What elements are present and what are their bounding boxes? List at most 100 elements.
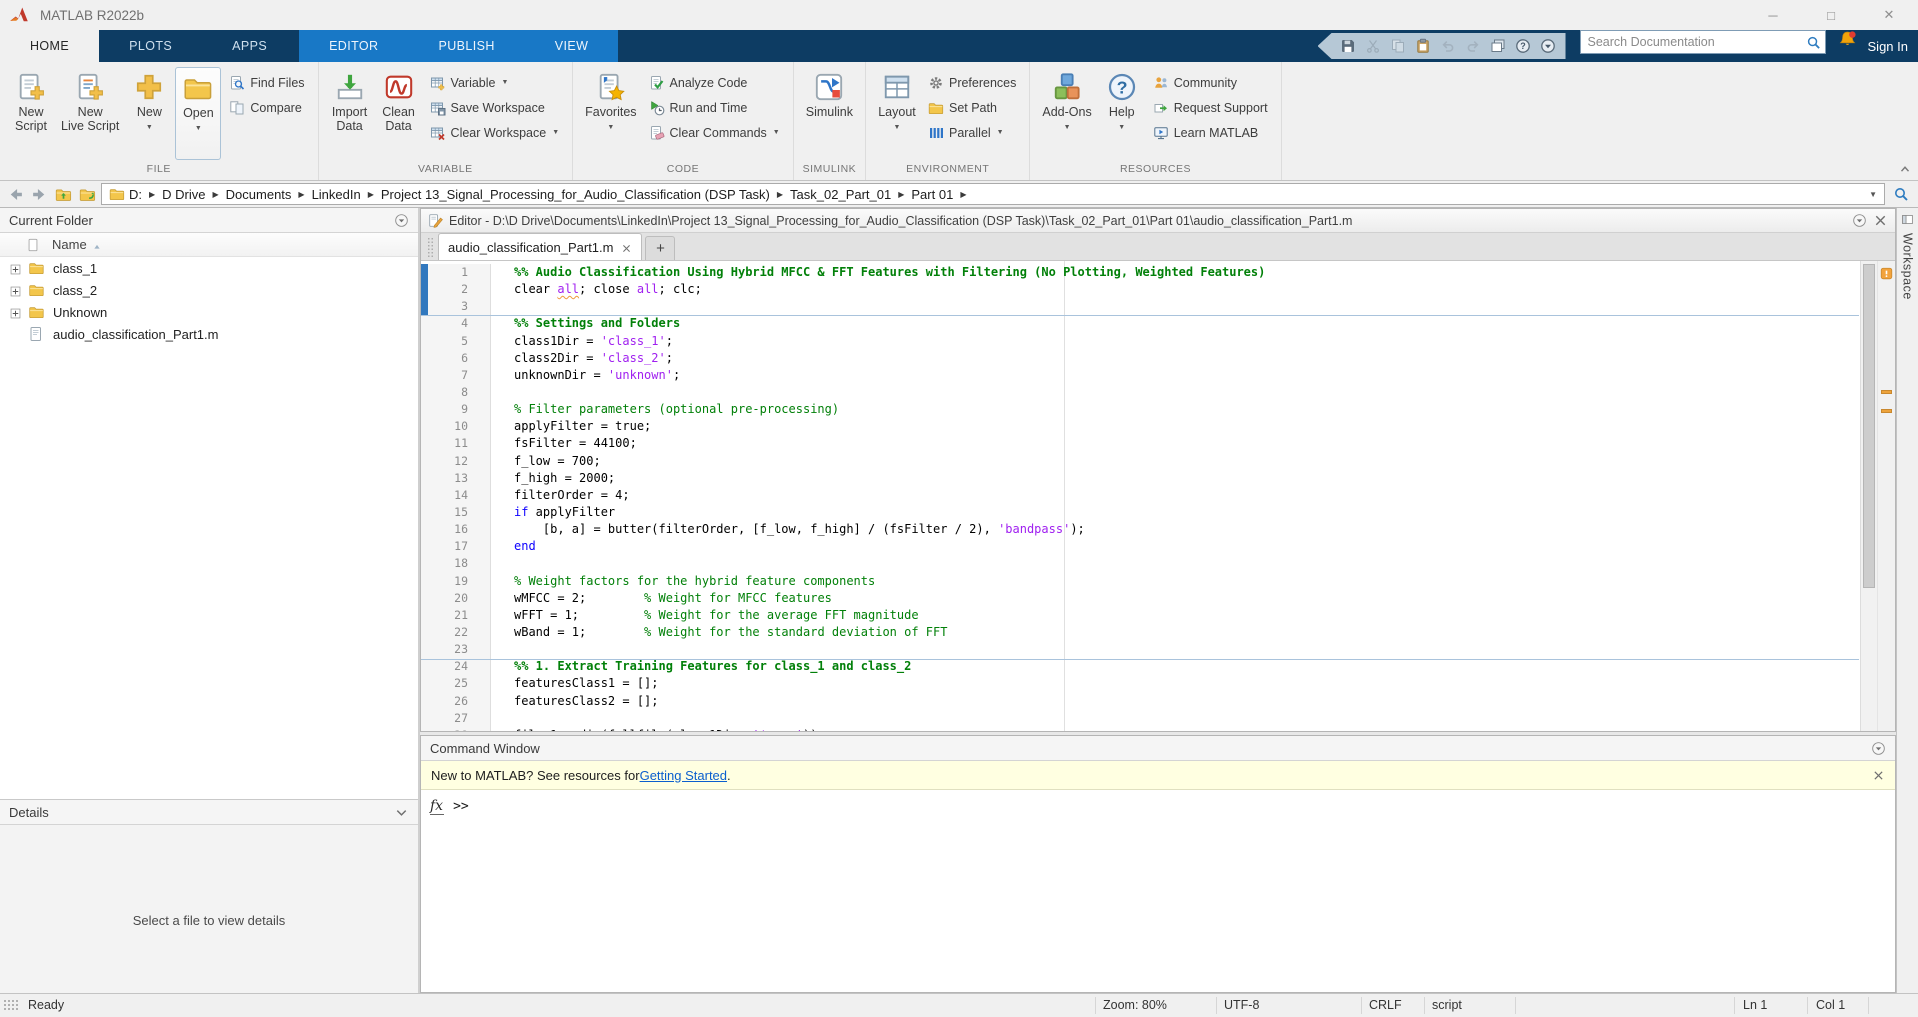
- editor-tab[interactable]: audio_classification_Part1.m: [438, 233, 643, 260]
- ribbon-button-layout[interactable]: Layout ▼: [874, 67, 920, 160]
- ribbon-button-open[interactable]: Open ▼: [175, 67, 222, 160]
- breadcrumb-segment[interactable]: Documents: [226, 187, 292, 202]
- expand-icon[interactable]: [10, 263, 21, 274]
- sign-in-link[interactable]: Sign In: [1868, 39, 1908, 54]
- file-row[interactable]: class_1: [0, 257, 418, 279]
- code-line[interactable]: 7 unknownDir = 'unknown';: [421, 366, 1859, 384]
- file-row[interactable]: Unknown: [0, 301, 418, 323]
- code-line[interactable]: 10 applyFilter = true;: [421, 418, 1859, 436]
- code-line[interactable]: 2 clear all; close all; clc;: [421, 281, 1859, 299]
- code-line[interactable]: 4%% Settings and Folders: [421, 315, 1859, 333]
- ribbon-tab-editor[interactable]: EDITOR: [299, 30, 408, 62]
- command-window-input-area[interactable]: fx >>: [421, 790, 1895, 992]
- code-line[interactable]: 9% Filter parameters (optional pre-proce…: [421, 401, 1859, 419]
- command-prompt[interactable]: >>: [453, 799, 469, 814]
- help-circle-icon[interactable]: ?: [1515, 38, 1531, 54]
- ribbon-button-preferences[interactable]: Preferences: [923, 70, 1021, 95]
- search-folder-icon[interactable]: [1889, 183, 1913, 205]
- save-icon[interactable]: [1340, 38, 1356, 54]
- warning-indicator-icon[interactable]: [1880, 267, 1893, 280]
- maximize-icon[interactable]: □: [1802, 0, 1860, 30]
- breadcrumb-segment[interactable]: D Drive: [162, 187, 205, 202]
- ribbon-tab-publish[interactable]: PUBLISH: [408, 30, 524, 62]
- warning-marker[interactable]: [1881, 409, 1892, 413]
- up-folder-icon[interactable]: [53, 184, 73, 204]
- code-line[interactable]: 5 class1Dir = 'class_1';: [421, 332, 1859, 350]
- breadcrumb-segment[interactable]: Task_02_Part_01: [790, 187, 891, 202]
- panel-actions-icon[interactable]: [394, 213, 409, 228]
- breadcrumb-segment[interactable]: D:: [129, 187, 142, 202]
- code-line[interactable]: 17 end: [421, 538, 1859, 556]
- close-icon[interactable]: ✕: [1860, 0, 1918, 30]
- breadcrumb[interactable]: D: ▶ D Drive ▶ Documents ▶ LinkedIn ▶ Project 13…: [101, 183, 1885, 205]
- code-line[interactable]: 16 [b, a] = butter(filterOrder, [f_low, …: [421, 521, 1859, 539]
- code-line[interactable]: 3: [421, 298, 1859, 316]
- ribbon-button-community[interactable]: Community: [1148, 70, 1273, 95]
- ribbon-button-clear-workspace[interactable]: Clear Workspace ▼: [425, 120, 565, 145]
- warning-marker[interactable]: [1881, 390, 1892, 394]
- ribbon-button-add-ons[interactable]: Add-Ons ▼: [1038, 67, 1095, 160]
- ribbon-button-find-files[interactable]: Find Files: [224, 70, 309, 95]
- expand-icon[interactable]: [10, 285, 21, 296]
- ribbon-button-new[interactable]: New ▼: [126, 67, 172, 160]
- paste-icon[interactable]: [1415, 38, 1431, 54]
- ribbon-button-import-data[interactable]: Import Data: [327, 67, 373, 160]
- panel-actions-icon[interactable]: [1852, 213, 1867, 228]
- expand-icon[interactable]: [10, 307, 21, 318]
- editor-scrollbar[interactable]: [1860, 261, 1877, 731]
- ribbon-tab-plots[interactable]: PLOTS: [99, 30, 202, 62]
- code-line[interactable]: 13 f_high = 2000;: [421, 469, 1859, 487]
- file-list-column-header[interactable]: Name: [0, 233, 418, 257]
- code-line[interactable]: 15 if applyFilter: [421, 503, 1859, 522]
- code-line[interactable]: 19% Weight factors for the hybrid featur…: [421, 572, 1859, 590]
- code-line[interactable]: 1%% Audio Classification Using Hybrid MF…: [421, 264, 1859, 282]
- code-area[interactable]: 1%% Audio Classification Using Hybrid MF…: [421, 261, 1895, 731]
- code-line[interactable]: 12 f_low = 700;: [421, 452, 1859, 470]
- collapse-ribbon-icon[interactable]: [1898, 162, 1912, 176]
- file-row[interactable]: audio_classification_Part1.m: [0, 323, 418, 345]
- code-line[interactable]: 26 featuresClass2 = [];: [421, 692, 1859, 710]
- ribbon-button-help[interactable]: ? Help ▼: [1099, 67, 1145, 160]
- breadcrumb-dropdown-icon[interactable]: ▼: [1869, 190, 1877, 199]
- name-column-header[interactable]: Name: [52, 237, 87, 252]
- ribbon-button-learn-matlab[interactable]: Learn MATLAB: [1148, 120, 1273, 145]
- ribbon-button-compare[interactable]: Compare: [224, 95, 309, 120]
- ribbon-tab-apps[interactable]: APPS: [202, 30, 297, 62]
- breadcrumb-segment[interactable]: Project 13_Signal_Processing_for_Audio_C…: [381, 187, 770, 202]
- ribbon-tab-view[interactable]: VIEW: [525, 30, 619, 62]
- window-icon[interactable]: [1490, 38, 1506, 54]
- panel-actions-icon[interactable]: [1871, 741, 1886, 756]
- scrollbar-thumb[interactable]: [1863, 264, 1875, 588]
- ribbon-button-favorites[interactable]: Favorites ▼: [581, 67, 640, 160]
- details-header[interactable]: Details: [0, 800, 418, 825]
- ribbon-button-save-workspace[interactable]: Save Workspace: [425, 95, 565, 120]
- code-line[interactable]: 22 wBand = 1; % Weight for the standard d…: [421, 623, 1859, 642]
- dropdown-circle-icon[interactable]: [1540, 38, 1556, 54]
- ribbon-button-parallel[interactable]: Parallel ▼: [923, 120, 1021, 145]
- ribbon-button-new-live-script[interactable]: New Live Script: [57, 67, 123, 160]
- breadcrumb-segment[interactable]: LinkedIn: [312, 187, 361, 202]
- code-line[interactable]: 25 featuresClass1 = [];: [421, 675, 1859, 693]
- search-documentation-box[interactable]: [1579, 30, 1826, 54]
- workspace-collapsed-tab[interactable]: Workspace: [1896, 208, 1918, 993]
- ribbon-button-simulink[interactable]: Simulink: [802, 67, 857, 160]
- code-line[interactable]: 14 filterOrder = 4;: [421, 486, 1859, 504]
- ribbon-button-new-script[interactable]: New Script: [8, 67, 54, 160]
- search-documentation-input[interactable]: [1587, 35, 1806, 49]
- ribbon-button-analyze-code[interactable]: Analyze Code: [644, 70, 785, 95]
- new-tab-button[interactable]: +: [645, 236, 676, 260]
- breadcrumb-segment[interactable]: Part 01: [911, 187, 953, 202]
- browse-folder-icon[interactable]: [77, 184, 97, 204]
- search-icon[interactable]: [1806, 35, 1821, 50]
- ribbon-tab-home[interactable]: HOME: [0, 30, 100, 62]
- ribbon-button-run-and-time[interactable]: Run and Time: [644, 95, 785, 120]
- code-line[interactable]: 11 fsFilter = 44100;: [421, 435, 1859, 453]
- getting-started-link[interactable]: Getting Started: [640, 768, 727, 783]
- code-line[interactable]: 8: [421, 383, 1859, 402]
- sort-ascending-icon[interactable]: [92, 240, 102, 250]
- close-tab-icon[interactable]: [621, 242, 632, 253]
- ribbon-button-request-support[interactable]: Request Support: [1148, 95, 1273, 120]
- code-line[interactable]: 23: [421, 641, 1859, 659]
- code-line[interactable]: 24%% 1. Extract Training Features for cl…: [421, 658, 1859, 676]
- ribbon-button-variable[interactable]: Variable ▼: [425, 70, 565, 95]
